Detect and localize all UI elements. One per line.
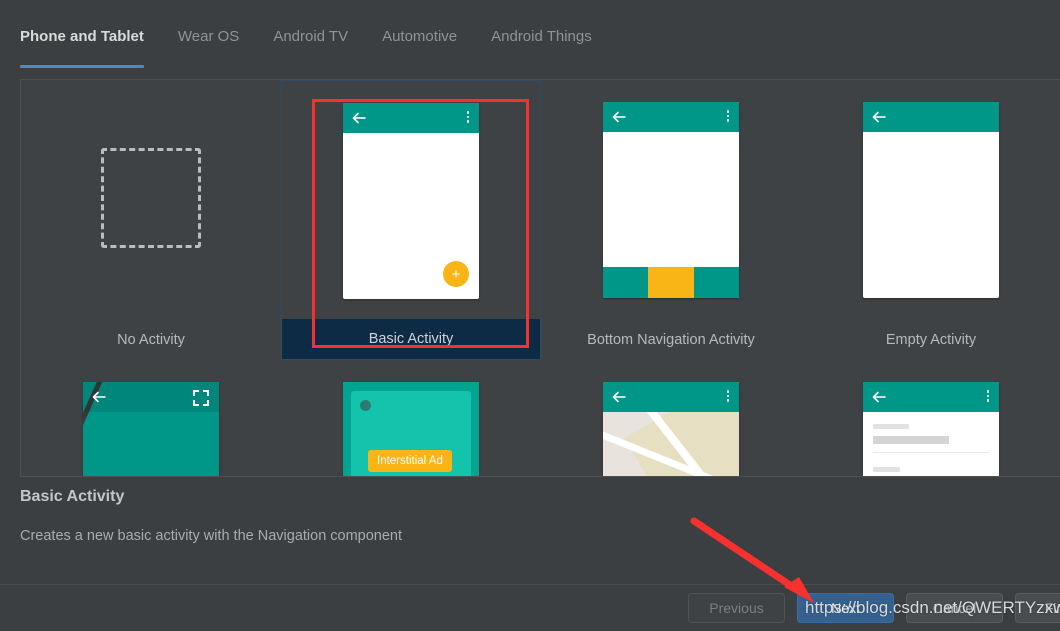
expand-fullscreen-icon bbox=[193, 390, 209, 406]
template-label: No Activity bbox=[117, 332, 185, 348]
back-arrow-icon bbox=[352, 111, 366, 125]
interstitial-ad-chip: Interstitial Ad bbox=[368, 450, 452, 472]
back-arrow-icon bbox=[612, 390, 626, 404]
description-title: Basic Activity bbox=[20, 488, 125, 505]
no-activity-placeholder-icon bbox=[101, 148, 201, 248]
back-arrow-icon bbox=[872, 390, 886, 404]
back-arrow-icon bbox=[872, 110, 886, 124]
tab-label: Phone and Tablet bbox=[20, 28, 144, 45]
fullscreen-activity-thumbnail bbox=[83, 382, 219, 476]
bottom-nav-item-active bbox=[648, 267, 694, 298]
template-card-no-activity[interactable]: No Activity bbox=[21, 80, 281, 360]
google-maps-thumbnail bbox=[603, 382, 739, 476]
template-card-bottom-navigation-activity[interactable]: Bottom Navigation Activity bbox=[541, 80, 801, 360]
tab-android-things[interactable]: Android Things bbox=[478, 22, 613, 68]
overflow-menu-icon bbox=[986, 390, 989, 402]
tab-label: Wear OS bbox=[177, 28, 240, 45]
overflow-menu-icon bbox=[466, 111, 469, 123]
form-field-label bbox=[873, 467, 900, 472]
basic-activity-thumbnail: + bbox=[343, 103, 479, 299]
template-label: Basic Activity bbox=[282, 319, 540, 359]
template-description: Basic Activity Creates a new basic activ… bbox=[20, 488, 720, 544]
close-ad-icon bbox=[360, 400, 371, 411]
bottom-navigation-bar bbox=[603, 267, 739, 298]
description-text: Creates a new basic activity with the Na… bbox=[20, 528, 403, 544]
new-project-template-dialog: Phone and Tablet Wear OS Android TV Auto… bbox=[0, 0, 1060, 631]
overflow-menu-icon bbox=[726, 110, 729, 122]
bottom-navigation-thumbnail bbox=[603, 102, 739, 298]
template-label: Bottom Navigation Activity bbox=[587, 332, 755, 348]
template-label: Empty Activity bbox=[885, 332, 977, 348]
template-card-empty-activity[interactable]: Empty Activity bbox=[801, 80, 1060, 360]
template-card-admob-ads-activity[interactable]: Interstitial Ad Google AdMob Ads Activit… bbox=[281, 360, 541, 476]
form-field-underline bbox=[873, 452, 989, 453]
template-card-basic-activity[interactable]: + Basic Activity bbox=[281, 80, 541, 360]
back-arrow-icon bbox=[612, 110, 626, 124]
template-card-fullscreen-activity[interactable]: Fullscreen Activity bbox=[21, 360, 281, 476]
login-activity-thumbnail bbox=[863, 382, 999, 476]
template-card-login-activity[interactable]: Login Activity bbox=[801, 360, 1060, 476]
overflow-menu-icon bbox=[726, 390, 729, 402]
watermark-text: https://blog.csdn.net/QWERTYzxw bbox=[805, 598, 1060, 617]
template-card-google-maps-activity[interactable]: Google Maps Activity bbox=[541, 360, 801, 476]
tab-wear-os[interactable]: Wear OS bbox=[165, 22, 260, 68]
form-field-label bbox=[873, 424, 909, 429]
empty-activity-thumbnail bbox=[863, 102, 999, 298]
tab-phone-and-tablet[interactable]: Phone and Tablet bbox=[20, 22, 165, 68]
floating-action-button-icon: + bbox=[443, 261, 469, 287]
admob-ads-thumbnail: Interstitial Ad bbox=[343, 382, 479, 476]
login-form bbox=[863, 412, 999, 476]
ad-surface: Interstitial Ad bbox=[351, 391, 471, 476]
tab-label: Android TV bbox=[273, 28, 349, 45]
template-grid-panel[interactable]: No Activity + Basic Activity Bottom Navi… bbox=[20, 79, 1060, 477]
tab-automotive[interactable]: Automotive bbox=[369, 22, 478, 68]
device-category-tabs: Phone and Tablet Wear OS Android TV Auto… bbox=[0, 22, 1060, 74]
template-grid: No Activity + Basic Activity Bottom Navi… bbox=[21, 80, 1060, 476]
map-surface bbox=[603, 412, 739, 476]
bottom-nav-item bbox=[693, 267, 739, 298]
previous-button[interactable]: Previous bbox=[688, 593, 785, 623]
back-arrow-icon bbox=[92, 390, 106, 404]
tab-android-tv[interactable]: Android TV bbox=[260, 22, 369, 68]
bottom-nav-item bbox=[603, 267, 649, 298]
tab-label: Android Things bbox=[491, 28, 592, 45]
form-field-value bbox=[873, 436, 949, 444]
tab-label: Automotive bbox=[382, 28, 458, 45]
tab-active-underline bbox=[20, 65, 144, 68]
